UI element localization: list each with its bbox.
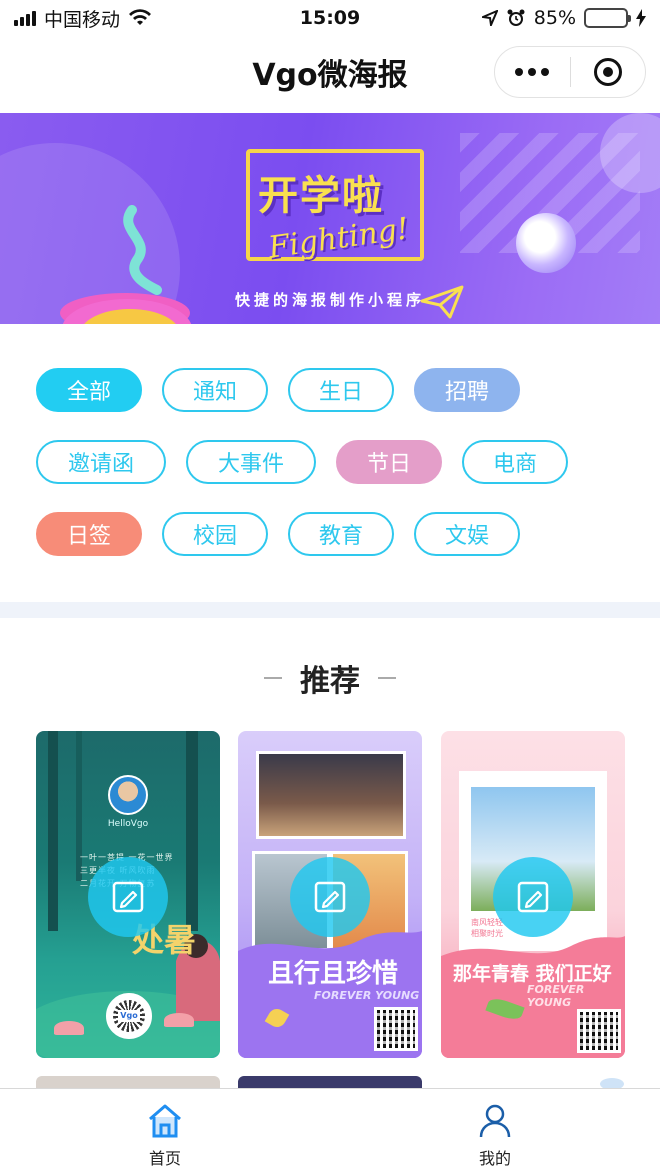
edit-button[interactable] bbox=[290, 857, 370, 937]
section-title: 推荐 bbox=[300, 664, 360, 699]
section-divider bbox=[0, 602, 660, 618]
mini-program-capsule bbox=[494, 46, 646, 98]
promo-banner[interactable]: 开学啦 Fighting! 快捷的海报制作小程序 bbox=[0, 113, 660, 324]
recommend-header: 推荐 bbox=[0, 656, 660, 700]
close-target-button[interactable] bbox=[571, 58, 646, 86]
target-circle-icon bbox=[593, 58, 622, 86]
battery-icon bbox=[584, 8, 631, 28]
tag-row: 全部 通知 生日 招聘 bbox=[36, 368, 636, 412]
nav-bar: Vgo微海报 bbox=[0, 36, 660, 112]
category-tag[interactable]: 招聘 bbox=[414, 368, 520, 412]
status-right: 85% bbox=[481, 7, 646, 29]
category-tag[interactable]: 教育 bbox=[288, 512, 394, 556]
tab-home[interactable]: 首页 bbox=[0, 1089, 330, 1174]
user-icon bbox=[479, 1104, 511, 1138]
location-arrow-icon bbox=[481, 10, 498, 26]
poster-photo bbox=[256, 751, 406, 839]
category-tag[interactable]: 通知 bbox=[162, 368, 268, 412]
poster-title: 那年青春 我们正好 bbox=[453, 963, 612, 985]
status-left: 中国移动 bbox=[14, 5, 152, 32]
poster-card-list: HelloVgo 一叶一菩提 一花一世界三更半夜 听风吹雨二月花开 万物复苏 处… bbox=[36, 731, 626, 1059]
status-bar: 中国移动 15:09 85% bbox=[0, 0, 660, 36]
avatar bbox=[108, 775, 148, 815]
poster-caption: FOREVER YOUNG bbox=[314, 989, 420, 1002]
edit-button[interactable] bbox=[88, 857, 168, 937]
edit-icon bbox=[314, 881, 346, 913]
wifi-icon bbox=[129, 9, 152, 25]
lotus-decor bbox=[54, 1021, 84, 1035]
tab-mine-label: 我的 bbox=[478, 1149, 511, 1168]
category-tag[interactable]: 日签 bbox=[36, 512, 142, 556]
card-caption: HelloVgo bbox=[107, 819, 149, 829]
category-tag[interactable]: 全部 bbox=[36, 368, 142, 412]
category-tag[interactable]: 节日 bbox=[336, 440, 442, 484]
home-icon bbox=[149, 1104, 181, 1138]
charging-bolt-icon bbox=[636, 9, 646, 27]
category-tags: 全部 通知 生日 招聘 邀请函 大事件 节日 电商 日签 校园 教育 文娱 bbox=[36, 368, 636, 584]
category-tag[interactable]: 校园 bbox=[162, 512, 268, 556]
qr-code: Vgo bbox=[106, 993, 152, 1039]
banner-headline: 开学啦 bbox=[258, 173, 384, 219]
battery-percent: 85% bbox=[533, 7, 576, 29]
graduation-cap-icon bbox=[214, 323, 254, 324]
category-tag[interactable]: 邀请函 bbox=[36, 440, 166, 484]
poster-caption: FOREVER YOUNG bbox=[527, 983, 585, 1009]
category-tag[interactable]: 生日 bbox=[288, 368, 394, 412]
title-dash-right bbox=[378, 677, 396, 679]
title-dash-left bbox=[264, 677, 282, 679]
carrier-name: 中国移动 bbox=[44, 8, 121, 31]
lotus-decor bbox=[164, 1013, 194, 1027]
bottom-tab-bar: 首页 我的 bbox=[0, 1088, 660, 1174]
signal-icon bbox=[14, 10, 36, 26]
tag-row: 日签 校园 教育 文娱 bbox=[36, 512, 636, 556]
category-tag[interactable]: 大事件 bbox=[186, 440, 316, 484]
category-tag[interactable]: 文娱 bbox=[414, 512, 520, 556]
poster-card[interactable]: 且行且珍惜 FOREVER YOUNG bbox=[238, 731, 422, 1058]
poster-card[interactable]: 南风轻轻 相聚时光 那年青春 我们正好 FOREVER YOUNG bbox=[441, 731, 625, 1058]
poster-title: 且行且珍惜 bbox=[268, 959, 399, 989]
banner-ribbon-decor bbox=[123, 205, 162, 295]
edit-button[interactable] bbox=[493, 857, 573, 937]
edit-icon bbox=[517, 881, 549, 913]
alarm-clock-icon bbox=[507, 9, 525, 26]
tab-home-label: 首页 bbox=[148, 1149, 181, 1168]
qr-label: Vgo bbox=[118, 1010, 140, 1022]
poster-card[interactable]: HelloVgo 一叶一菩提 一花一世界三更半夜 听风吹雨二月花开 万物复苏 处… bbox=[36, 731, 220, 1058]
banner-decor-sphere bbox=[516, 213, 576, 273]
more-dots-icon[interactable] bbox=[495, 68, 570, 76]
edit-icon bbox=[112, 881, 144, 913]
qr-code bbox=[577, 1009, 621, 1053]
tab-mine[interactable]: 我的 bbox=[330, 1089, 660, 1174]
qr-code bbox=[374, 1007, 418, 1051]
tag-row: 邀请函 大事件 节日 电商 bbox=[36, 440, 636, 484]
category-tag[interactable]: 电商 bbox=[462, 440, 568, 484]
